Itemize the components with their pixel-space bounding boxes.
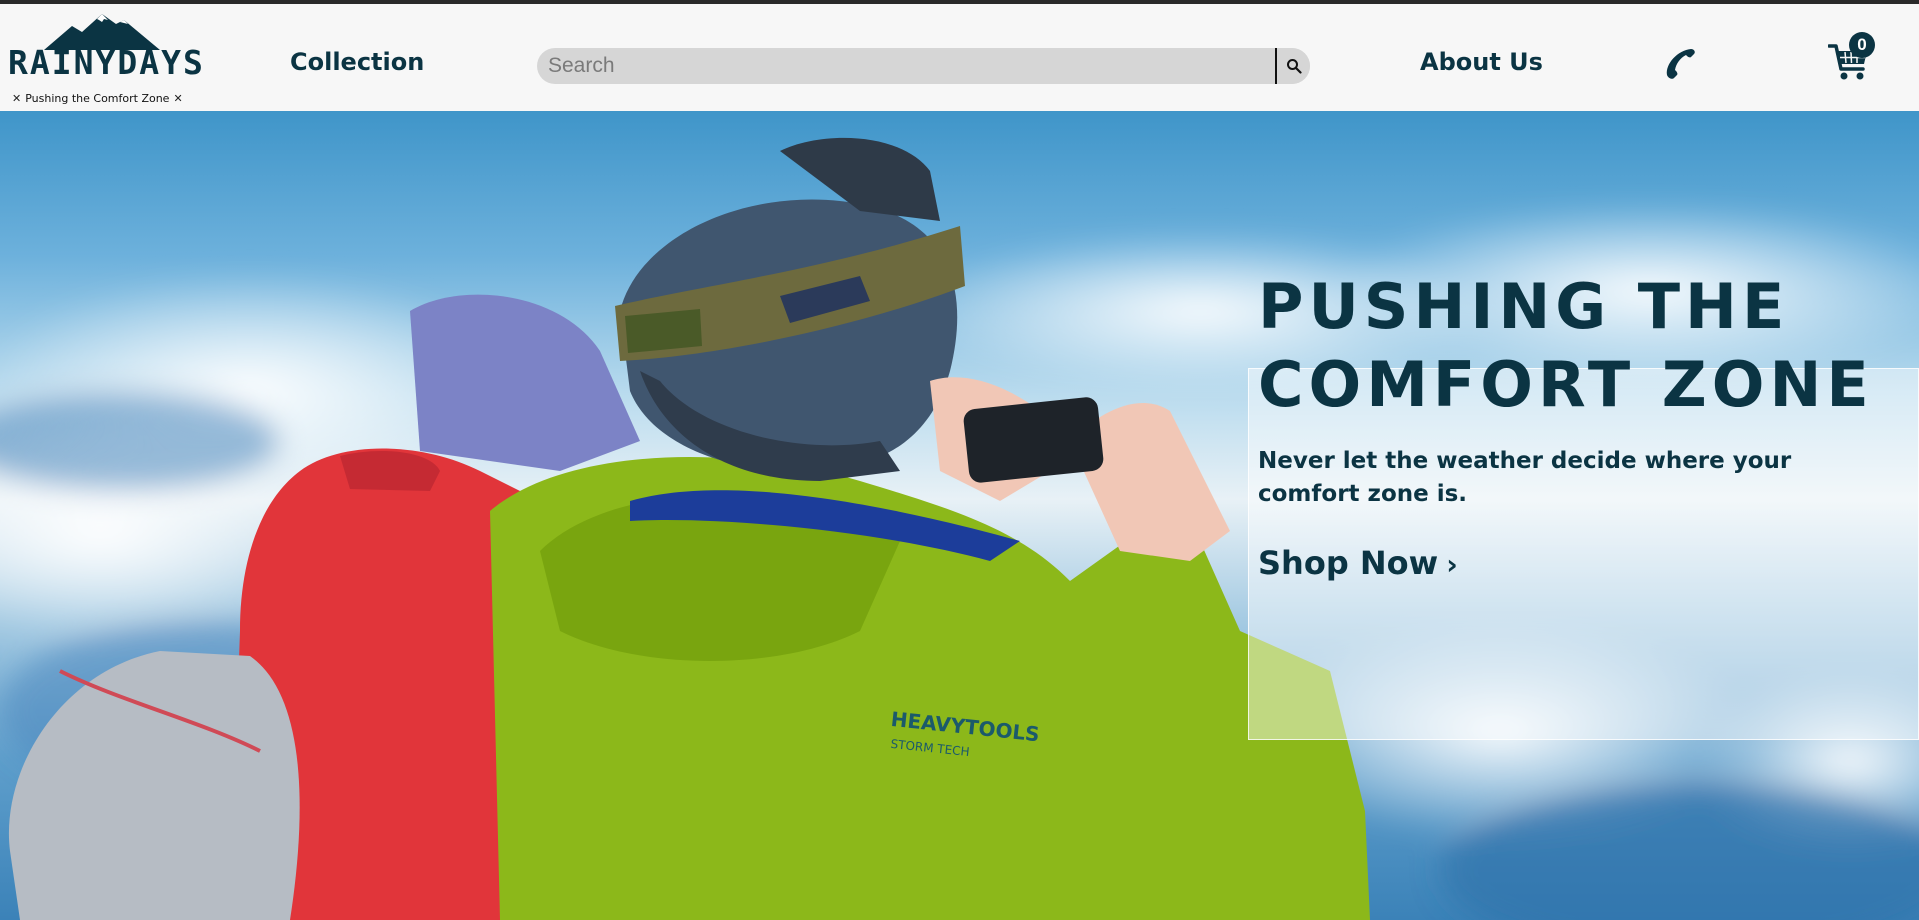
search-button[interactable] xyxy=(1275,48,1310,84)
site-header: RAINYDAYS ✕ Pushing the Comfort Zone ✕ Col… xyxy=(0,0,1919,111)
nav-collection-link[interactable]: Collection xyxy=(290,48,424,76)
search-icon xyxy=(1286,59,1302,74)
tagline-mark-right: ✕ xyxy=(173,92,183,105)
tagline-text: Pushing the Comfort Zone xyxy=(25,92,170,105)
cart-count-badge: 0 xyxy=(1849,32,1875,58)
search-input[interactable] xyxy=(537,48,1277,84)
shop-now-button[interactable]: Shop Now › xyxy=(1258,544,1458,582)
logo[interactable]: RAINYDAYS ✕ Pushing the Comfort Zone ✕ xyxy=(8,12,205,108)
tagline-mark-left: ✕ xyxy=(12,92,22,105)
hero-subtitle: Never let the weather decide where your … xyxy=(1258,448,1792,507)
brand-name: RAINYDAYS xyxy=(8,43,205,82)
chevron-right-icon: › xyxy=(1446,548,1458,581)
nav-about-link[interactable]: About Us xyxy=(1420,48,1543,76)
hero-title: PUSHING THE COMFORT ZONE xyxy=(1258,270,1874,421)
shop-now-label: Shop Now xyxy=(1258,544,1439,582)
hero-banner: HEAVYTOOLS STORM TECH xyxy=(0,111,1919,920)
logo-tagline: ✕ Pushing the Comfort Zone ✕ xyxy=(8,92,183,105)
search-bar xyxy=(537,48,1310,84)
phone-icon[interactable] xyxy=(1664,46,1698,80)
